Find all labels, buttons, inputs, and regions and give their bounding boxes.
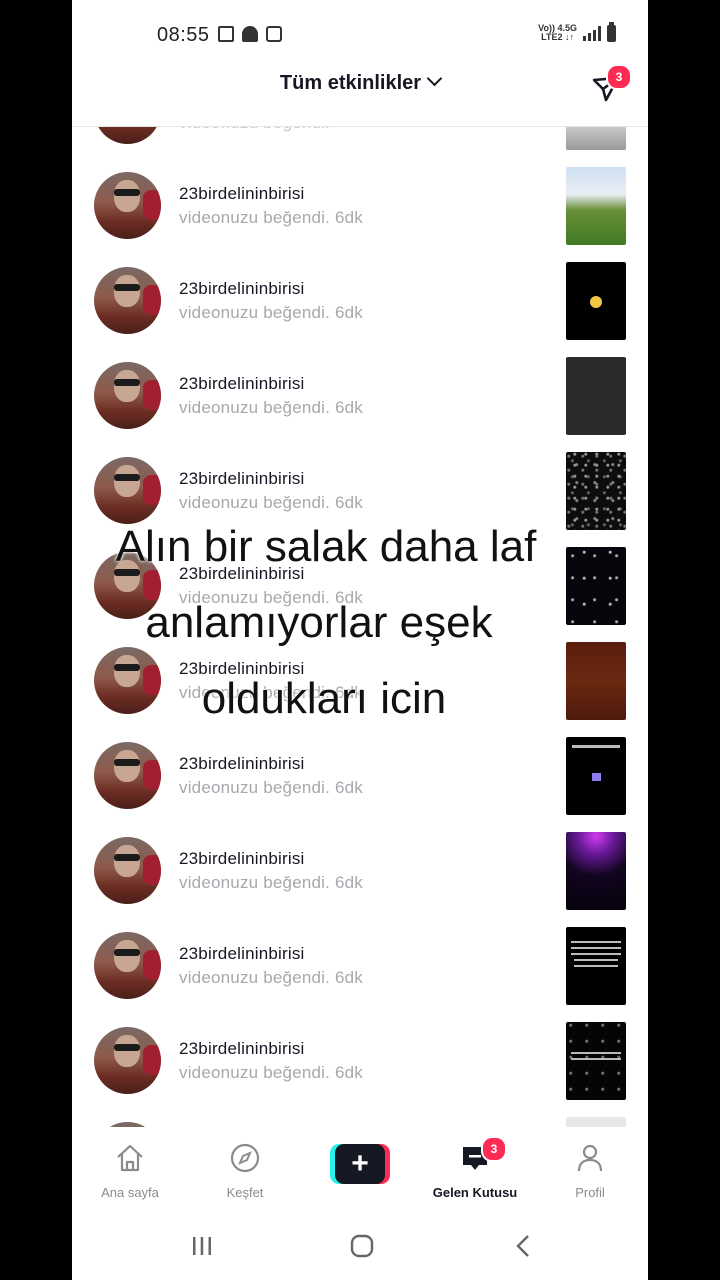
bottom-navigation: Ana sayfa Keşfet + 3 Gelen Kutusu Profil	[72, 1128, 648, 1212]
username[interactable]: 23birdelininbirisi	[179, 1039, 305, 1059]
system-navigation-bar	[72, 1212, 648, 1280]
avatar[interactable]	[94, 457, 161, 524]
status-bar: 08:55 Vo)) 4.5G LTE2 ↓↑	[72, 0, 648, 66]
username[interactable]: 23birdelininbirisi	[179, 849, 305, 869]
video-thumbnail[interactable]	[566, 1022, 626, 1100]
video-thumbnail[interactable]	[566, 452, 626, 530]
create-button[interactable]: +	[330, 1144, 390, 1184]
username[interactable]: 23birdelininbirisi	[179, 944, 305, 964]
video-thumbnail[interactable]	[566, 1117, 626, 1127]
notification-text: videonuzu beğendi. 6dk	[179, 303, 364, 322]
signal-icon	[583, 25, 601, 41]
username[interactable]: 23birdelininbirisi	[179, 279, 305, 299]
recent-apps-button[interactable]	[190, 1234, 214, 1263]
profile-icon	[577, 1144, 603, 1172]
caption-line-2: anlamıyorlar eşek	[145, 598, 493, 647]
header: Tüm etkinlikler 3	[72, 64, 648, 127]
video-thumbnail[interactable]	[566, 262, 626, 340]
caption-line-3: oldukları icin	[201, 674, 447, 723]
home-system-button[interactable]	[350, 1234, 374, 1263]
video-thumbnail[interactable]	[566, 832, 626, 910]
nav-home-label: Ana sayfa	[101, 1185, 159, 1200]
username[interactable]: 23birdelininbirisi	[179, 374, 305, 394]
video-thumbnail[interactable]	[566, 127, 626, 150]
home-icon	[117, 1144, 143, 1172]
cleaner-icon	[242, 26, 258, 42]
chevron-down-icon	[426, 70, 443, 87]
list-item-partial-bottom[interactable]: 23birdelininbirisi	[72, 1117, 648, 1127]
direct-messages-button[interactable]: 3	[590, 64, 632, 104]
avatar[interactable]	[94, 267, 161, 334]
activity-filter-dropdown[interactable]: Tüm etkinlikler	[72, 70, 648, 95]
video-thumbnail[interactable]	[566, 167, 626, 245]
status-icons	[218, 26, 282, 42]
network-type-bottom: LTE2 ↓↑	[541, 32, 574, 42]
avatar[interactable]	[94, 837, 161, 904]
avatar[interactable]	[94, 127, 161, 144]
home-circle-icon	[350, 1234, 374, 1258]
status-time: 08:55	[157, 24, 210, 46]
compass-icon	[230, 1143, 260, 1173]
username[interactable]: 23birdelininbirisi	[179, 754, 305, 774]
activity-filter-label: Tüm etkinlikler	[279, 72, 422, 94]
avatar[interactable]	[94, 742, 161, 809]
notification-text: videonuzu beğendi. 6dk	[179, 208, 364, 227]
avatar[interactable]	[94, 1027, 161, 1094]
nav-profile[interactable]: Profil	[540, 1142, 640, 1200]
avatar[interactable]	[94, 172, 161, 239]
list-item[interactable]: 23birdelininbirisi videonuzu beğendi. 6d…	[72, 357, 648, 457]
nav-home[interactable]: Ana sayfa	[80, 1142, 180, 1200]
battery-icon	[607, 21, 616, 42]
nav-discover-label: Keşfet	[226, 1185, 264, 1200]
username[interactable]: 23birdelininbirisi	[179, 469, 305, 489]
list-item-partial-top[interactable]: videonuzu beğendi.	[72, 127, 648, 172]
notification-text: videonuzu beğendi. 6dk	[179, 778, 364, 797]
avatar[interactable]	[94, 1122, 161, 1127]
plus-icon: +	[335, 1144, 385, 1184]
notification-text: videonuzu beğendi. 6dk	[179, 968, 364, 987]
notification-text: videonuzu beğendi. 6dk	[179, 398, 364, 417]
recent-apps-icon	[193, 1237, 211, 1255]
notification-text: videonuzu beğendi. 6dk	[179, 873, 364, 892]
notification-text-partial: videonuzu beğendi.	[179, 127, 330, 133]
list-item[interactable]: 23birdelininbirisi videonuzu beğendi. 6d…	[72, 737, 648, 837]
avatar[interactable]	[94, 362, 161, 429]
record-icon	[266, 26, 282, 42]
inbox-badge: 3	[481, 1136, 507, 1162]
nav-inbox[interactable]: 3 Gelen Kutusu	[425, 1136, 525, 1200]
list-item[interactable]: 23birdelininbirisi videonuzu beğendi. 6d…	[72, 167, 648, 267]
gallery-icon	[218, 26, 234, 42]
avatar[interactable]	[94, 932, 161, 999]
list-item[interactable]: 23birdelininbirisi videonuzu beğendi. 6d…	[72, 1022, 648, 1122]
video-thumbnail[interactable]	[566, 357, 626, 435]
video-thumbnail[interactable]	[566, 737, 626, 815]
username[interactable]: 23birdelininbirisi	[179, 184, 305, 204]
list-item[interactable]: 23birdelininbirisi videonuzu beğendi. 6d…	[72, 262, 648, 362]
nav-discover[interactable]: Keşfet	[195, 1142, 295, 1200]
notification-text: videonuzu beğendi. 6dk	[179, 1063, 364, 1082]
back-arrow-icon	[516, 1235, 529, 1257]
network-status: Vo)) 4.5G LTE2 ↓↑	[538, 21, 616, 42]
list-item[interactable]: 23birdelininbirisi videonuzu beğendi. 6d…	[72, 927, 648, 1027]
dm-badge: 3	[606, 64, 632, 90]
caption-line-1: Alın bir salak daha laf	[115, 522, 537, 571]
nav-profile-label: Profil	[575, 1185, 605, 1200]
list-item[interactable]: 23birdelininbirisi videonuzu beğendi. 6d…	[72, 832, 648, 932]
nav-inbox-label: Gelen Kutusu	[432, 1185, 518, 1200]
video-thumbnail[interactable]	[566, 927, 626, 1005]
notification-text: videonuzu beğendi. 6dk	[179, 493, 364, 512]
back-button[interactable]	[512, 1234, 536, 1263]
